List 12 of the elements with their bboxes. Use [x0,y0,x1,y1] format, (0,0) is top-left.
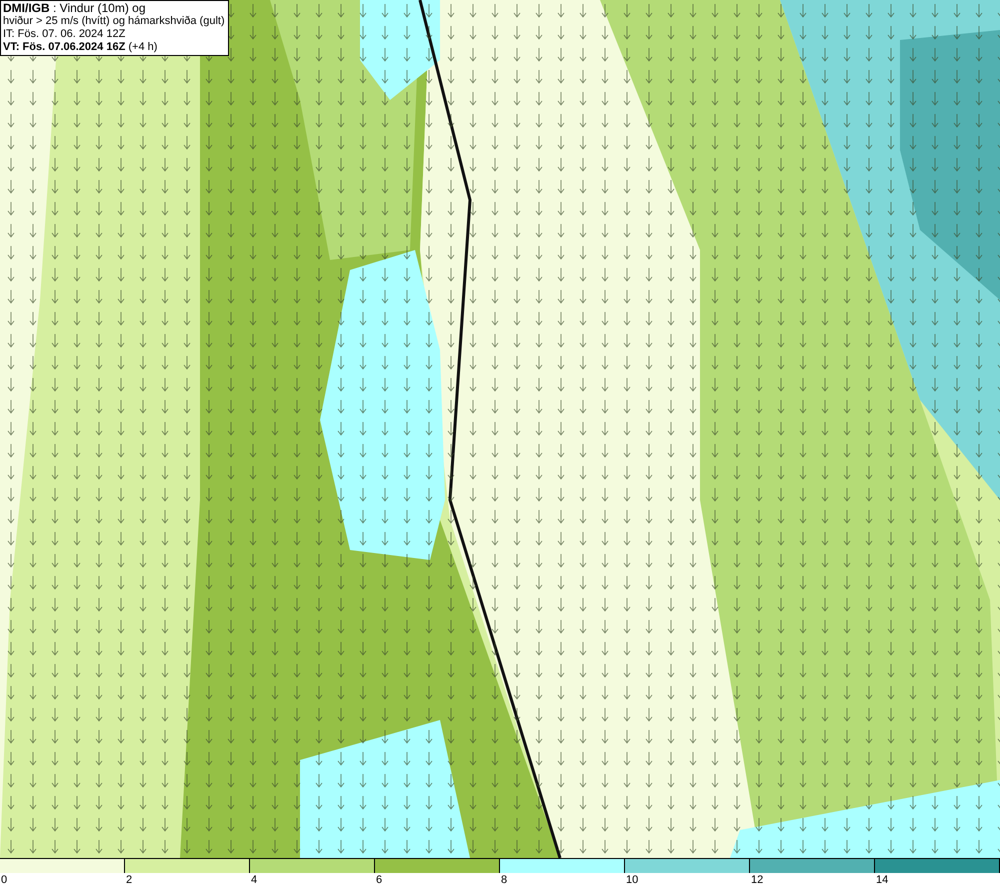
info-line: hviður > 25 m/s (hvítt) og hámarkshviða (gult) [3,15,226,28]
legend-label: 6 [375,874,382,886]
legend-label: 14 [875,874,888,886]
legend-label: 0 [0,874,8,886]
legend-label: 2 [125,874,132,886]
legend-label: 10 [625,874,638,886]
legend-label: 8 [500,874,508,886]
legend-label: 12 [750,874,764,886]
legend-label: 4 [250,874,258,886]
info-line: IT: Fös. 07. 06. 2024 12Z [3,28,126,41]
info-line: VT: Fös. 07.06.2024 16Z (+4 h) [3,41,158,54]
info-line: DMI/IGB : Vindur (10m) og [3,2,146,15]
